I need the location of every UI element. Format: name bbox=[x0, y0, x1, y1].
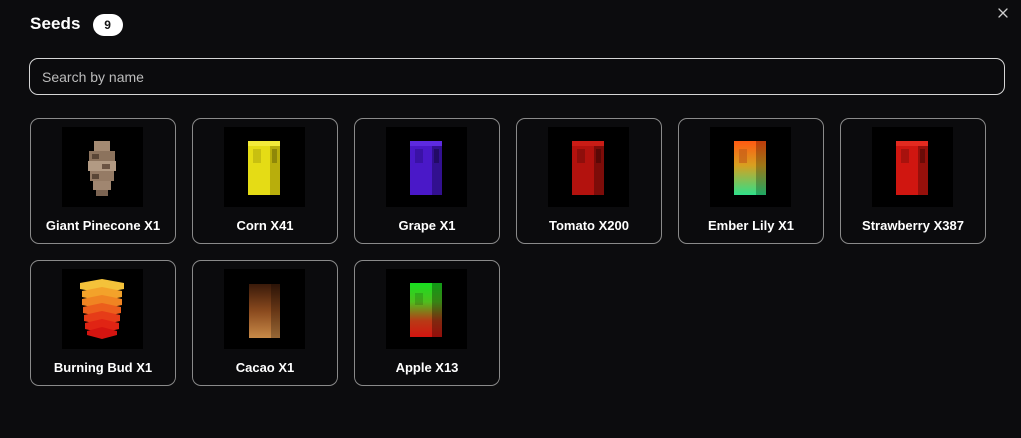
seed-thumbnail bbox=[710, 127, 791, 207]
seed-thumbnail bbox=[386, 127, 467, 207]
seed-card-ember-lily[interactable]: Ember Lily X1 bbox=[678, 118, 824, 244]
seed-card-cacao[interactable]: Cacao X1 bbox=[192, 260, 338, 386]
seed-label: Tomato X200 bbox=[549, 218, 629, 233]
apple-seed-icon bbox=[386, 269, 467, 349]
seed-thumbnail bbox=[62, 269, 143, 349]
seed-label: Giant Pinecone X1 bbox=[45, 218, 161, 233]
seed-thumbnail bbox=[872, 127, 953, 207]
burning-bud-seed-icon bbox=[62, 269, 143, 349]
search-input[interactable] bbox=[29, 58, 1005, 95]
cacao-seed-icon bbox=[224, 269, 305, 349]
seed-thumbnail bbox=[386, 269, 467, 349]
giant-pinecone-seed-icon bbox=[62, 127, 143, 207]
strawberry-seed-icon bbox=[872, 127, 953, 207]
seed-label: Cacao X1 bbox=[235, 360, 295, 375]
corn-seed-icon bbox=[224, 127, 305, 207]
close-icon[interactable] bbox=[995, 5, 1011, 21]
seed-grid: Giant Pinecone X1 Corn X41 Grape X1 Toma… bbox=[30, 118, 986, 386]
seed-label: Corn X41 bbox=[236, 218, 294, 233]
seed-label: Burning Bud X1 bbox=[53, 360, 153, 375]
seed-thumbnail bbox=[62, 127, 143, 207]
seed-label: Apple X13 bbox=[395, 360, 459, 375]
seed-card-tomato[interactable]: Tomato X200 bbox=[516, 118, 662, 244]
seed-card-corn[interactable]: Corn X41 bbox=[192, 118, 338, 244]
seed-thumbnail bbox=[224, 127, 305, 207]
seed-card-giant-pinecone[interactable]: Giant Pinecone X1 bbox=[30, 118, 176, 244]
seed-thumbnail bbox=[548, 127, 629, 207]
seed-card-grape[interactable]: Grape X1 bbox=[354, 118, 500, 244]
seed-card-burning-bud[interactable]: Burning Bud X1 bbox=[30, 260, 176, 386]
seed-count-badge: 9 bbox=[92, 14, 123, 36]
seed-card-strawberry[interactable]: Strawberry X387 bbox=[840, 118, 986, 244]
grape-seed-icon bbox=[386, 127, 467, 207]
seed-label: Strawberry X387 bbox=[862, 218, 964, 233]
seed-card-apple[interactable]: Apple X13 bbox=[354, 260, 500, 386]
panel-header: Seeds 9 bbox=[30, 12, 123, 36]
ember-lily-seed-icon bbox=[710, 127, 791, 207]
seed-label: Grape X1 bbox=[398, 218, 456, 233]
seed-label: Ember Lily X1 bbox=[708, 218, 794, 233]
panel-title: Seeds bbox=[30, 14, 81, 33]
seed-thumbnail bbox=[224, 269, 305, 349]
tomato-seed-icon bbox=[548, 127, 629, 207]
seeds-panel: Seeds 9 Giant bbox=[0, 0, 1021, 438]
